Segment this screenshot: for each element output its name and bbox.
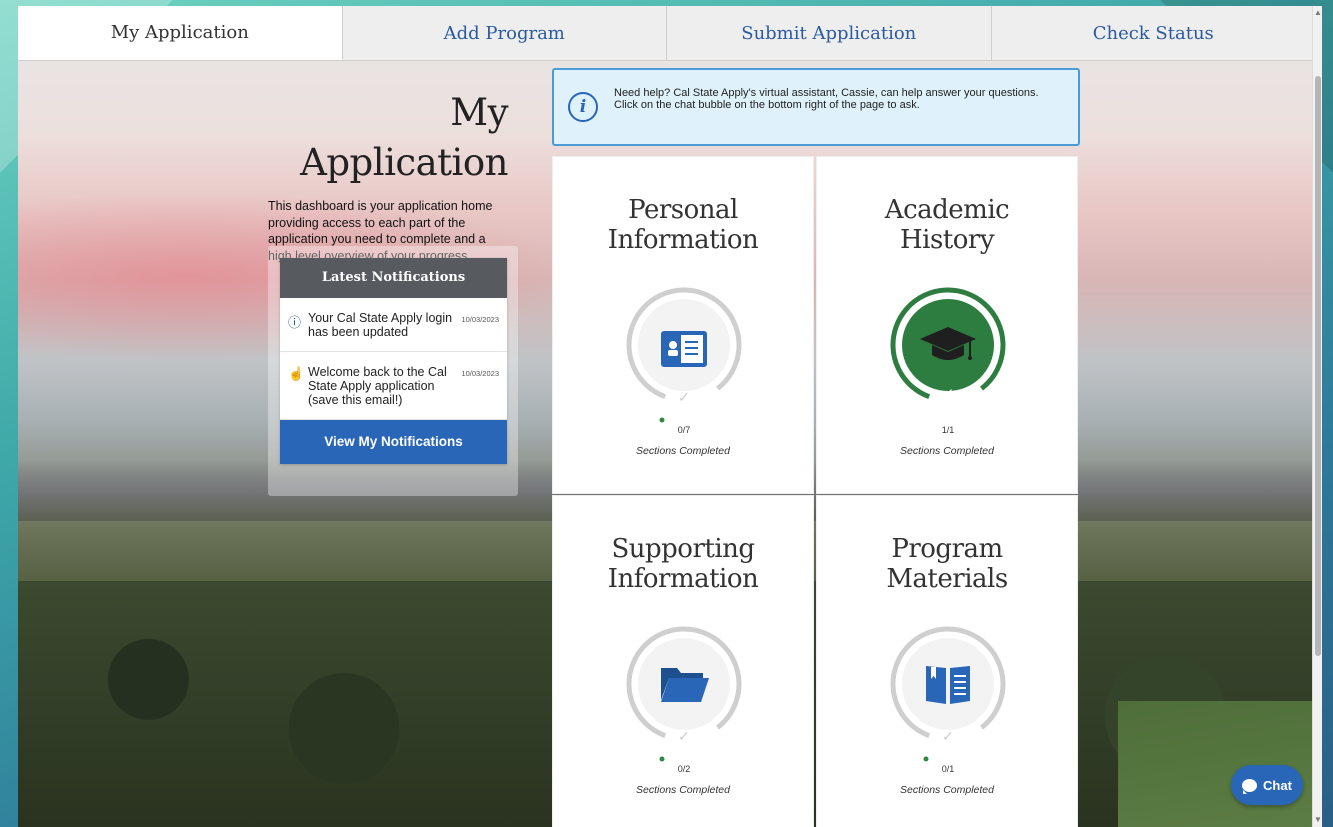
tile-caption: Sections Completed [636,445,730,457]
browser-window: My Application Add Program Submit Applic… [18,6,1322,827]
tab-my-application[interactable]: My Application [18,6,343,60]
progress-count: 0/7 [677,425,691,435]
notifications-card: Latest Notifications ⓘ Your Cal State Ap… [280,258,507,464]
progress-gauge: ✓ 0/1 [888,624,1008,774]
tab-add-program[interactable]: Add Program [342,6,667,60]
notification-item[interactable]: ⓘ Your Cal State Apply login has been up… [280,298,507,352]
progress-gauge: ✓ 0/2 [624,624,744,774]
tile-academic-history[interactable]: Academic History ✓ 1/1 Sections Completed [816,156,1078,494]
progress-count: 0/2 [677,764,691,774]
tile-caption: Sections Completed [636,784,730,796]
notifications-header: Latest Notifications [280,258,507,298]
tile-title-line: Information [607,564,759,594]
scrollbar-thumb[interactable] [1315,76,1321,656]
notification-date: 10/03/2023 [461,369,499,378]
scroll-up-arrow-icon[interactable]: ▲ [1314,8,1322,18]
tile-title: Academic History [817,195,1077,255]
tile-title-line: Academic [884,195,1010,225]
hand-wave-icon: ☝ [288,366,305,381]
tile-personal-information[interactable]: Personal Information ✓ 0/7 Sections Compl… [552,156,814,494]
notification-text: Welcome back to the Cal State Apply appl… [308,365,447,407]
notifications-panel: Latest Notifications ⓘ Your Cal State Ap… [268,246,518,496]
tile-title-line: Information [607,225,759,255]
id-card-icon [661,331,707,367]
check-icon: ✓ [942,386,955,403]
graduation-cap-icon [920,327,976,360]
tab-check-status[interactable]: Check Status [991,6,1316,60]
progress-count: 0/1 [941,764,955,774]
tile-title: Program Materials [817,534,1077,594]
tile-title-line: Personal [628,195,738,225]
page-title: My Application [300,91,508,184]
chat-label: Chat [1263,777,1292,793]
notification-date: 10/03/2023 [461,315,499,324]
tile-title-line: Materials [886,564,1008,594]
check-icon: ✓ [678,728,690,744]
progress-count: 1/1 [941,425,955,435]
folder-icon [661,668,709,702]
tile-caption: Sections Completed [900,445,994,457]
help-banner: i Need help? Cal State Apply's virtual a… [552,68,1080,146]
view-notifications-button[interactable]: View My Notifications [280,420,507,464]
tile-program-materials[interactable]: Program Materials ✓ 0/1 Sections Complete… [816,495,1078,827]
help-text: Need help? Cal State Apply's virtual ass… [614,86,1039,112]
intro-section: My Application This dashboard is your ap… [268,88,509,264]
scroll-down-arrow-icon[interactable]: ▼ [1314,815,1322,825]
notification-item[interactable]: ☝ Welcome back to the Cal State Apply ap… [280,352,507,420]
main-tab-bar: My Application Add Program Submit Applic… [18,6,1316,61]
tile-title-line: Supporting [611,534,755,564]
sports-field [1118,701,1322,827]
check-icon: ✓ [942,728,954,744]
book-icon [926,666,970,704]
tile-title: Personal Information [553,195,813,255]
tile-title-line: History [899,225,995,255]
tile-supporting-information[interactable]: Supporting Information ✓ 0/2 Sections Com… [552,495,814,827]
info-icon: i [568,92,598,122]
progress-gauge: ✓ 0/7 [624,285,744,435]
chat-button[interactable]: Chat [1231,765,1303,805]
tile-title: Supporting Information [553,534,813,594]
progress-gauge: ✓ 1/1 [888,285,1008,435]
notification-text: Your Cal State Apply login has been upda… [308,311,453,339]
vertical-scrollbar[interactable]: ▲ ▼ [1312,6,1322,827]
info-icon: ⓘ [288,315,302,330]
tab-submit-application[interactable]: Submit Application [667,6,992,60]
check-icon: ✓ [678,389,690,405]
tile-title-line: Program [891,534,1003,564]
chat-bubble-icon [1242,778,1258,794]
tile-caption: Sections Completed [900,784,994,796]
